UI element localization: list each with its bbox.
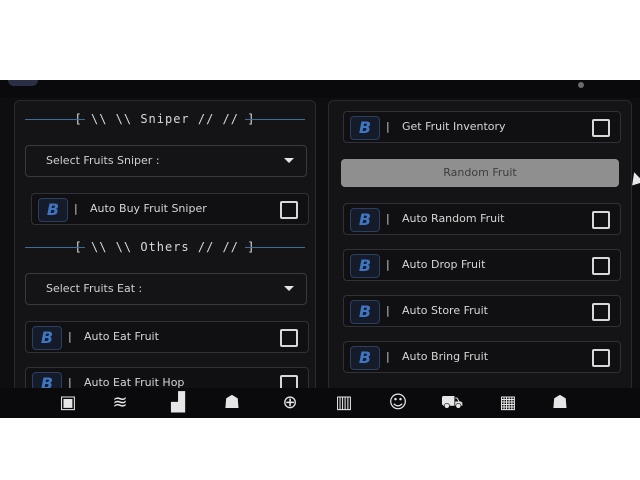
separator: |: [386, 304, 390, 317]
auto-random-fruit-toggle[interactable]: B | Auto Random Fruit: [343, 203, 621, 235]
toggle-label: Auto Random Fruit: [402, 212, 505, 225]
user-icon[interactable]: ☗: [546, 390, 574, 416]
home-icon[interactable]: ▣: [54, 390, 82, 416]
building-icon[interactable]: ▥: [330, 390, 358, 416]
auto-eat-fruit-toggle[interactable]: B | Auto Eat Fruit: [25, 321, 309, 353]
apps-grid-icon[interactable]: ▦: [494, 390, 522, 416]
button-label: Random Fruit: [443, 166, 517, 179]
separator: |: [386, 120, 390, 133]
toggle-label: Auto Store Fruit: [402, 304, 488, 317]
checkbox[interactable]: [592, 349, 610, 367]
separator: |: [386, 258, 390, 271]
get-fruit-inventory-toggle[interactable]: B | Get Fruit Inventory: [343, 111, 621, 143]
checkbox[interactable]: [280, 329, 298, 347]
separator: |: [68, 330, 72, 343]
toggle-label: Auto Bring Fruit: [402, 350, 489, 363]
select-fruits-eat-dropdown[interactable]: Select Fruits Eat :: [25, 273, 307, 305]
topbar-dot-icon: [578, 82, 584, 88]
checkbox[interactable]: [592, 257, 610, 275]
header-divider-right: [245, 119, 305, 120]
fruit-sniper-panel: [ \\ \\ Sniper // // ] Select Fruits Sni…: [14, 100, 316, 392]
separator: |: [386, 212, 390, 225]
auto-drop-fruit-toggle[interactable]: B | Auto Drop Fruit: [343, 249, 621, 281]
select-fruits-sniper-dropdown[interactable]: Select Fruits Sniper :: [25, 145, 307, 177]
header-divider-left: [25, 247, 85, 248]
sniper-section-header: [ \\ \\ Sniper // // ]: [15, 109, 315, 129]
topbar-tab-lip: [8, 80, 38, 86]
auto-bring-fruit-toggle[interactable]: B | Auto Bring Fruit: [343, 341, 621, 373]
others-header-text: [ \\ \\ Others // // ]: [74, 240, 256, 254]
chart-icon[interactable]: ▟: [164, 390, 192, 416]
checkbox[interactable]: [592, 119, 610, 137]
random-fruit-button[interactable]: Random Fruit: [341, 159, 619, 187]
header-divider-left: [25, 119, 85, 120]
players-icon[interactable]: ☗: [218, 390, 246, 416]
separator: |: [74, 202, 78, 215]
brand-logo-icon: B: [350, 346, 380, 370]
caret-down-icon: [284, 158, 294, 163]
dropdown-label: Select Fruits Sniper :: [46, 154, 160, 167]
brand-logo-icon: B: [38, 198, 68, 222]
checkbox[interactable]: [592, 211, 610, 229]
auto-buy-fruit-sniper-toggle[interactable]: B | Auto Buy Fruit Sniper: [31, 193, 309, 225]
toggle-label: Auto Eat Fruit: [84, 330, 159, 343]
header-divider-right: [245, 247, 305, 248]
separator: |: [386, 350, 390, 363]
shop-cart-icon[interactable]: ⛟: [438, 390, 466, 416]
brand-logo-icon: B: [350, 208, 380, 232]
sniper-header-text: [ \\ \\ Sniper // // ]: [74, 112, 256, 126]
fruit-actions-panel: B | Get Fruit Inventory Random Fruit B |…: [328, 100, 632, 392]
checkbox[interactable]: [592, 303, 610, 321]
bottom-toolbar: ▣ ≋ ▟ ☗ ⊕ ▥ ☺ ⛟ ▦ ☗: [0, 388, 640, 418]
toggle-label: Get Fruit Inventory: [402, 120, 506, 133]
brand-logo-icon: B: [350, 116, 380, 140]
window-topbar: [0, 80, 640, 98]
brand-logo-icon: B: [350, 300, 380, 324]
checkbox[interactable]: [280, 201, 298, 219]
toggle-label: Auto Drop Fruit: [402, 258, 486, 271]
others-section-header: [ \\ \\ Others // // ]: [15, 237, 315, 257]
brand-logo-icon: B: [350, 254, 380, 278]
map-scroll-icon[interactable]: ≋: [106, 390, 134, 416]
auto-store-fruit-toggle[interactable]: B | Auto Store Fruit: [343, 295, 621, 327]
dropdown-label: Select Fruits Eat :: [46, 282, 143, 295]
script-window: [ \\ \\ Sniper // // ] Select Fruits Sni…: [0, 80, 640, 418]
target-icon[interactable]: ⊕: [276, 390, 304, 416]
character-face-icon[interactable]: ☺: [384, 390, 412, 416]
caret-down-icon: [284, 286, 294, 291]
toggle-label: Auto Buy Fruit Sniper: [90, 202, 207, 215]
brand-logo-icon: B: [32, 326, 62, 350]
